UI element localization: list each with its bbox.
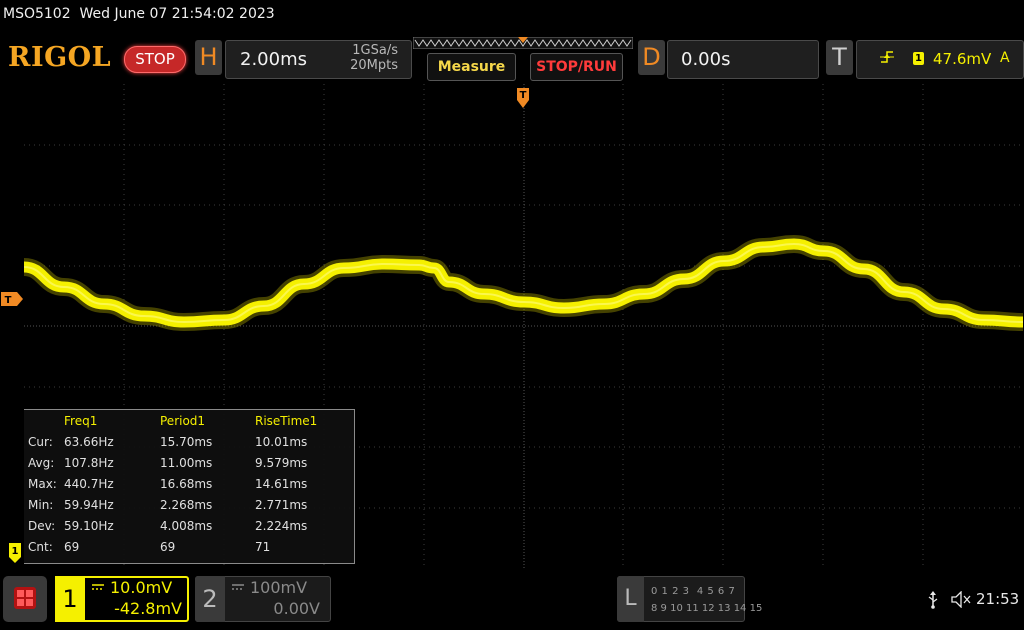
stop-run-button[interactable]: STOP/RUN: [530, 53, 623, 81]
delay-menu-button[interactable]: D: [638, 40, 665, 75]
ch1-ground-label: 1: [12, 546, 19, 557]
measurement-row: Dev: 59.10Hz 4.008ms 2.224ms: [24, 519, 354, 540]
measurement-value: 11.00ms: [160, 456, 213, 470]
grid-menu-icon: [14, 587, 36, 609]
trigger-position-marker[interactable]: T: [516, 88, 530, 110]
measurement-row-label: Cur:: [28, 435, 53, 449]
usb-icon: [928, 591, 938, 609]
speaker-muted-icon[interactable]: [951, 591, 971, 608]
trigger-level: 47.6mV: [933, 50, 992, 68]
rising-edge-trigger-icon: [880, 51, 894, 63]
model-name: MSO5102: [3, 6, 71, 22]
ch1-vertical-scale: 10.0mV: [110, 578, 173, 597]
measurement-row-label: Cnt:: [28, 540, 53, 554]
measurement-row: Cnt: 69 69 71: [24, 540, 354, 561]
trigger-position-label: T: [520, 90, 527, 101]
system-clock: 21:53: [976, 590, 1020, 608]
measurement-row: Min: 59.94Hz 2.268ms 2.771ms: [24, 498, 354, 519]
measurement-value: 2.224ms: [255, 519, 308, 533]
status-line: MSO5102 Wed June 07 21:54:02 2023: [3, 6, 275, 22]
sample-rate: 1GSa/s: [352, 43, 398, 58]
timebase-value: 2.00ms: [240, 49, 307, 70]
measurement-value: 2.268ms: [160, 498, 213, 512]
trigger-level-marker[interactable]: T: [1, 292, 23, 306]
trigger-mode: A: [1000, 50, 1010, 66]
measure-button[interactable]: Measure: [427, 53, 516, 81]
horizontal-menu-button[interactable]: H: [195, 40, 222, 75]
measurement-value: 14.61ms: [255, 477, 308, 491]
measurement-row: Avg: 107.8Hz 11.00ms 9.579ms: [24, 456, 354, 477]
ch1-ground-marker[interactable]: 1: [9, 543, 21, 563]
ch1-label[interactable]: 1: [55, 576, 85, 622]
trigger-menu-button[interactable]: T: [826, 40, 853, 75]
measurement-value: 71: [255, 540, 271, 554]
measurement-row-label: Avg:: [28, 456, 55, 470]
digital-channels-row-2: 8 9 10 11 12 13 14 15: [651, 603, 763, 614]
measurement-value: 69: [64, 540, 80, 554]
delay-value: 0.00s: [681, 49, 731, 70]
measurement-row-label: Max:: [28, 477, 57, 491]
measurement-value: 10.01ms: [255, 435, 308, 449]
brand-logo: RIGOL: [8, 42, 112, 73]
logic-analyzer-label[interactable]: L: [617, 576, 644, 622]
run-state-badge[interactable]: STOP: [124, 46, 186, 73]
measurement-value: 63.66Hz: [64, 435, 114, 449]
measurement-value: 59.94Hz: [64, 498, 114, 512]
measurement-row: Max: 440.7Hz 16.68ms 14.61ms: [24, 477, 354, 498]
trigger-level-marker-label: T: [5, 295, 12, 306]
measurement-value: 16.68ms: [160, 477, 213, 491]
measurement-header: Freq1: [64, 414, 98, 428]
dc-coupling-icon: [232, 584, 244, 590]
measurement-table[interactable]: Freq1 Period1 RiseTime1 Cur: 63.66Hz 15.70…: [24, 409, 355, 564]
ch2-label[interactable]: 2: [195, 576, 225, 622]
trigger-source-badge: 1: [913, 52, 924, 65]
datetime: Wed June 07 21:54:02 2023: [79, 6, 275, 22]
memory-depth: 20Mpts: [350, 58, 398, 73]
measurement-value: 9.579ms: [255, 456, 308, 470]
measurement-value: 440.7Hz: [64, 477, 114, 491]
measurement-value: 107.8Hz: [64, 456, 114, 470]
measurement-value: 69: [160, 540, 176, 554]
measurement-header-row: Freq1 Period1 RiseTime1: [24, 414, 354, 435]
measurement-row-label: Min:: [28, 498, 54, 512]
measurement-header: RiseTime1: [255, 414, 318, 428]
ch2-vertical-scale: 100mV: [250, 578, 308, 597]
digital-channels-row-1: 0 1 2 3 4 5 6 7: [651, 586, 736, 597]
measurement-value: 4.008ms: [160, 519, 213, 533]
measurement-value: 15.70ms: [160, 435, 213, 449]
measurement-value: 2.771ms: [255, 498, 308, 512]
waveform-overview-strip[interactable]: [413, 37, 633, 49]
ch1-vertical-offset: -42.8mV: [114, 599, 182, 618]
measurement-row-label: Dev:: [28, 519, 56, 533]
dc-coupling-icon: [92, 584, 104, 590]
ch2-vertical-offset: 0.00V: [273, 599, 320, 618]
measurement-value: 59.10Hz: [64, 519, 114, 533]
measurement-row: Cur: 63.66Hz 15.70ms 10.01ms: [24, 435, 354, 456]
measurement-header: Period1: [160, 414, 206, 428]
